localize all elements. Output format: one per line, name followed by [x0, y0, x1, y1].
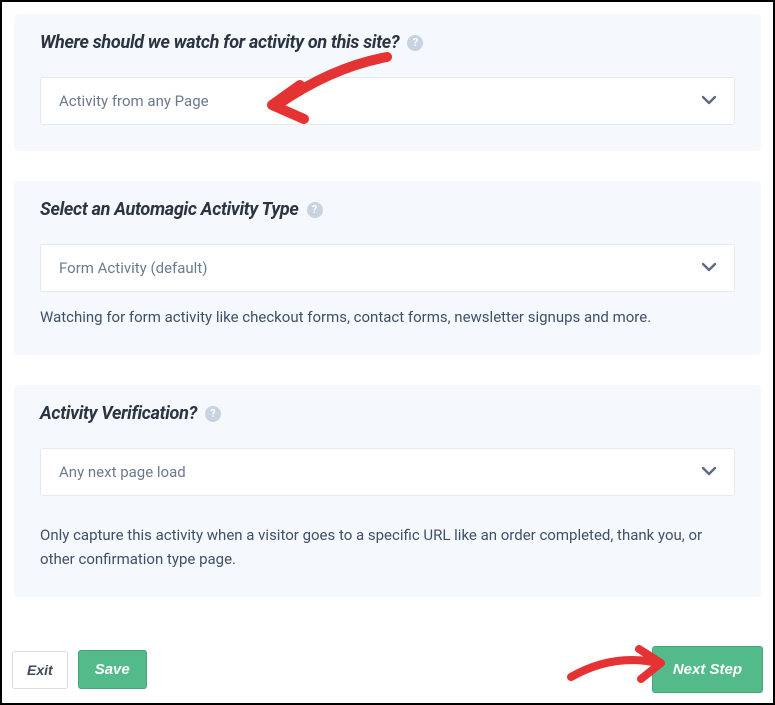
watch-activity-section: Where should we watch for activity on th… — [14, 14, 761, 151]
activity-verification-section: Activity Verification? ? Any next page l… — [14, 385, 761, 597]
section-title: Activity Verification? — [40, 403, 197, 424]
activity-type-section: Select an Automagic Activity Type ? Form… — [14, 181, 761, 355]
select-value: Activity from any Page — [59, 92, 209, 110]
footer: Exit Save Next Step — [12, 646, 763, 693]
chevron-down-icon — [702, 464, 716, 480]
exit-button[interactable]: Exit — [12, 651, 68, 689]
section-header: Activity Verification? ? — [40, 403, 735, 424]
watch-activity-select[interactable]: Activity from any Page — [40, 77, 735, 125]
footer-left: Exit Save — [12, 650, 147, 689]
section-title: Where should we watch for activity on th… — [40, 32, 399, 53]
section-header: Select an Automagic Activity Type ? — [40, 199, 735, 220]
verification-select[interactable]: Any next page load — [40, 448, 735, 496]
section-title: Select an Automagic Activity Type — [40, 199, 299, 220]
helper-text: Only capture this activity when a visito… — [40, 524, 735, 571]
save-button[interactable]: Save — [78, 650, 147, 689]
activity-type-select[interactable]: Form Activity (default) — [40, 244, 735, 292]
section-header: Where should we watch for activity on th… — [40, 32, 735, 53]
chevron-down-icon — [702, 260, 716, 276]
help-icon[interactable]: ? — [205, 406, 221, 422]
help-icon[interactable]: ? — [307, 202, 323, 218]
next-step-button[interactable]: Next Step — [652, 646, 763, 693]
help-icon[interactable]: ? — [407, 35, 423, 51]
chevron-down-icon — [702, 93, 716, 109]
helper-text: Watching for form activity like checkout… — [40, 306, 735, 329]
select-value: Form Activity (default) — [59, 259, 207, 277]
select-value: Any next page load — [59, 463, 186, 481]
